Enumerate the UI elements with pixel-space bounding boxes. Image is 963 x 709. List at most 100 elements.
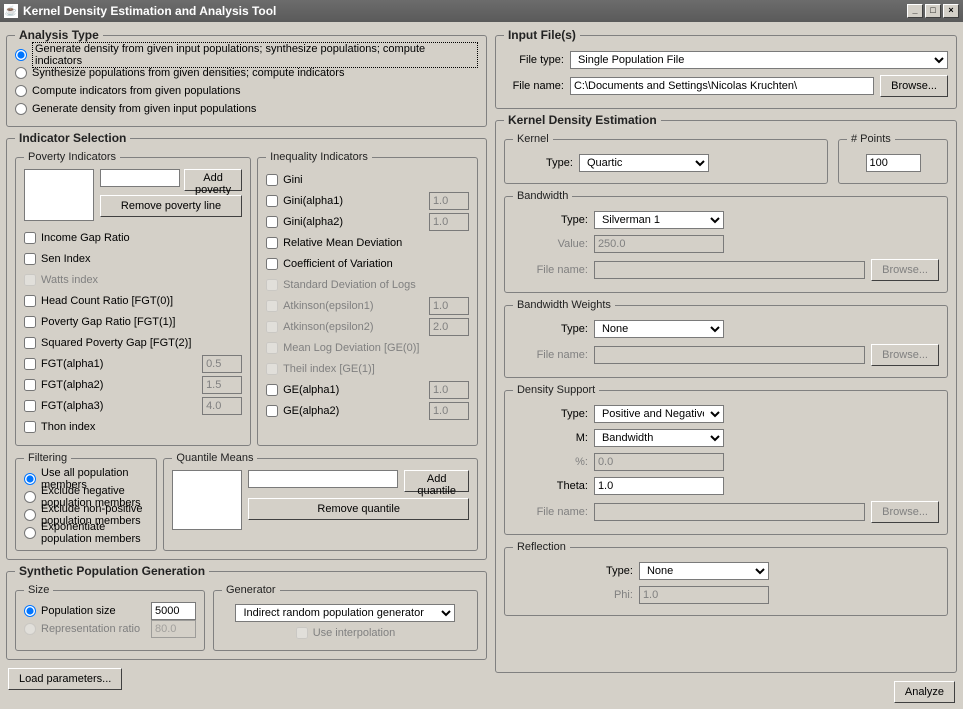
inequality-item-3[interactable]: Relative Mean Deviation bbox=[266, 234, 469, 252]
poverty-checkbox-8[interactable] bbox=[24, 400, 36, 412]
indicator-selection-legend: Indicator Selection bbox=[15, 131, 130, 145]
poverty-label-0: Income Gap Ratio bbox=[41, 232, 130, 244]
inequality-item-4[interactable]: Coefficient of Variation bbox=[266, 255, 469, 273]
filter-radio-0[interactable] bbox=[24, 473, 36, 485]
filter-radio-2[interactable] bbox=[24, 509, 36, 521]
inequality-item-2[interactable]: Gini(alpha2) bbox=[266, 213, 429, 231]
generator-select[interactable]: Indirect random population generator bbox=[235, 604, 455, 622]
filter-radio-1[interactable] bbox=[24, 491, 36, 503]
inequality-item-10[interactable]: GE(alpha1) bbox=[266, 381, 429, 399]
analysis-radio-3[interactable] bbox=[15, 103, 27, 115]
inequality-checkbox-10[interactable] bbox=[266, 384, 278, 396]
analysis-radio-1[interactable] bbox=[15, 67, 27, 79]
pop-size-radio[interactable] bbox=[24, 605, 36, 617]
input-files-legend: Input File(s) bbox=[504, 28, 580, 42]
add-quantile-button[interactable]: Add quantile bbox=[404, 470, 469, 492]
sup-m-select[interactable]: Bandwidth bbox=[594, 429, 724, 447]
poverty-checkbox-9[interactable] bbox=[24, 421, 36, 433]
inequality-value-2 bbox=[429, 213, 469, 231]
bw-type-label: Type: bbox=[513, 214, 588, 226]
inequality-item-11[interactable]: GE(alpha2) bbox=[266, 402, 429, 420]
poverty-checkbox-1[interactable] bbox=[24, 253, 36, 265]
reflection-group: Reflection Type: None Phi: bbox=[504, 541, 948, 616]
analysis-radio-0[interactable] bbox=[15, 49, 27, 61]
inequality-item-0[interactable]: Gini bbox=[266, 171, 469, 189]
input-files-group: Input File(s) File type: Single Populati… bbox=[495, 28, 957, 109]
filter-radio-3[interactable] bbox=[24, 527, 36, 539]
inequality-checkbox-0[interactable] bbox=[266, 174, 278, 186]
poverty-item-4[interactable]: Poverty Gap Ratio [FGT(1)] bbox=[24, 313, 242, 331]
poverty-item-8[interactable]: FGT(alpha3) bbox=[24, 397, 202, 415]
filter-option-3[interactable]: Exponentiate population members bbox=[24, 524, 148, 542]
poverty-checkbox-3[interactable] bbox=[24, 295, 36, 307]
quantile-means-group: Quantile Means Add quantile Remove quant… bbox=[163, 452, 478, 551]
quantile-input[interactable] bbox=[248, 470, 398, 488]
load-parameters-button[interactable]: Load parameters... bbox=[8, 668, 122, 690]
analysis-option-2[interactable]: Compute indicators from given population… bbox=[15, 82, 478, 100]
poverty-label-1: Sen Index bbox=[41, 253, 91, 265]
bw-type-select[interactable]: Silverman 1 bbox=[594, 211, 724, 229]
analyze-button[interactable]: Analyze bbox=[894, 681, 955, 703]
pop-size-option[interactable]: Population size bbox=[24, 602, 196, 620]
poverty-item-2: Watts index bbox=[24, 271, 242, 289]
remove-quantile-button[interactable]: Remove quantile bbox=[248, 498, 469, 520]
inequality-checkbox-1[interactable] bbox=[266, 195, 278, 207]
inequality-item-1[interactable]: Gini(alpha1) bbox=[266, 192, 429, 210]
sup-theta-input[interactable] bbox=[594, 477, 724, 495]
indicator-selection-group: Indicator Selection Poverty Indicators A… bbox=[6, 131, 487, 560]
close-button[interactable]: × bbox=[943, 4, 959, 18]
inequality-checkbox-2[interactable] bbox=[266, 216, 278, 228]
inequality-checkbox-6 bbox=[266, 300, 278, 312]
remove-poverty-line-button[interactable]: Remove poverty line bbox=[100, 195, 242, 217]
poverty-checkbox-6[interactable] bbox=[24, 358, 36, 370]
poverty-checkbox-7[interactable] bbox=[24, 379, 36, 391]
poverty-item-1[interactable]: Sen Index bbox=[24, 250, 242, 268]
refl-type-select[interactable]: None bbox=[639, 562, 769, 580]
poverty-item-6[interactable]: FGT(alpha1) bbox=[24, 355, 202, 373]
density-support-group: Density Support Type: Positive and Negat… bbox=[504, 384, 948, 535]
analysis-option-3[interactable]: Generate density from given input popula… bbox=[15, 100, 478, 118]
inequality-checkbox-3[interactable] bbox=[266, 237, 278, 249]
poverty-item-7[interactable]: FGT(alpha2) bbox=[24, 376, 202, 394]
analysis-radio-2[interactable] bbox=[15, 85, 27, 97]
kernel-type-select[interactable]: Quartic bbox=[579, 154, 709, 172]
minimize-button[interactable]: _ bbox=[907, 4, 923, 18]
poverty-indicators-group: Poverty Indicators Add poverty line Remo… bbox=[15, 151, 251, 446]
sup-browse-button: Browse... bbox=[871, 501, 939, 523]
file-browse-button[interactable]: Browse... bbox=[880, 75, 948, 97]
file-name-input[interactable] bbox=[570, 77, 874, 95]
maximize-button[interactable]: □ bbox=[925, 4, 941, 18]
poverty-item-3[interactable]: Head Count Ratio [FGT(0)] bbox=[24, 292, 242, 310]
poverty-line-listbox[interactable] bbox=[24, 169, 94, 221]
pop-size-input[interactable] bbox=[151, 602, 196, 620]
file-type-select[interactable]: Single Population File bbox=[570, 51, 948, 69]
add-poverty-line-button[interactable]: Add poverty line bbox=[184, 169, 242, 191]
inequality-checkbox-11[interactable] bbox=[266, 405, 278, 417]
poverty-item-0[interactable]: Income Gap Ratio bbox=[24, 229, 242, 247]
poverty-item-9[interactable]: Thon index bbox=[24, 418, 242, 436]
poverty-checkbox-4[interactable] bbox=[24, 316, 36, 328]
support-legend: Density Support bbox=[513, 384, 599, 396]
refl-phi-input bbox=[639, 586, 769, 604]
inequality-value-11 bbox=[429, 402, 469, 420]
points-input[interactable] bbox=[866, 154, 921, 172]
inequality-label-6: Atkinson(epsilon1) bbox=[283, 300, 374, 312]
inequality-checkbox-4[interactable] bbox=[266, 258, 278, 270]
pop-size-label: Population size bbox=[41, 605, 146, 617]
analysis-option-0[interactable]: Generate density from given input popula… bbox=[15, 46, 478, 64]
synthetic-legend: Synthetic Population Generation bbox=[15, 564, 209, 578]
kernel-type-label: Type: bbox=[513, 157, 573, 169]
kernel-group: Kernel Type: Quartic bbox=[504, 133, 828, 184]
poverty-checkbox-2 bbox=[24, 274, 36, 286]
poverty-checkbox-5[interactable] bbox=[24, 337, 36, 349]
sup-type-select[interactable]: Positive and Negative bbox=[594, 405, 724, 423]
poverty-line-input[interactable] bbox=[100, 169, 180, 187]
bw-value-input bbox=[594, 235, 724, 253]
poverty-checkbox-0[interactable] bbox=[24, 232, 36, 244]
poverty-item-5[interactable]: Squared Poverty Gap [FGT(2)] bbox=[24, 334, 242, 352]
bww-type-select[interactable]: None bbox=[594, 320, 724, 338]
analysis-type-legend: Analysis Type bbox=[15, 28, 103, 42]
quantile-listbox[interactable] bbox=[172, 470, 242, 530]
inequality-label-1: Gini(alpha1) bbox=[283, 195, 343, 207]
inequality-checkbox-7 bbox=[266, 321, 278, 333]
